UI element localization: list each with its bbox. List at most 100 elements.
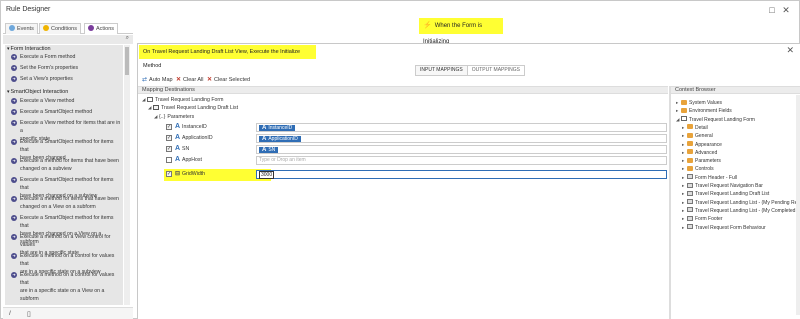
mapped-value-chip[interactable]: A SN (259, 146, 279, 153)
tab-output-mappings[interactable]: OUTPUT MAPPINGS (466, 65, 525, 76)
auto-map-button[interactable]: ⇄ Auto Map (142, 75, 173, 85)
param-checkbox[interactable] (166, 157, 172, 163)
toolbox-tabs: Events Conditions Actions (3, 22, 133, 34)
auto-map-icon: ⇄ (142, 77, 148, 83)
event-banner: ⚡ When the Form is Initializing (419, 18, 503, 45)
param-value-field[interactable]: Type or Drop an item (256, 156, 667, 165)
context-node[interactable]: ▸ Travel Request Landing List - (My Pendi… (682, 199, 800, 207)
param-row-sn: ✓ A SN A SN (166, 144, 667, 155)
action-item[interactable]: ➜ Execute a method for items that have be… (11, 157, 121, 173)
action-item-label: Set a View's properties (20, 76, 73, 82)
context-node[interactable]: ▸ Travel Request Landing Draft List (682, 190, 769, 198)
events-icon (9, 25, 15, 31)
close-button[interactable]: ✕ (781, 5, 791, 15)
tab-input-mappings[interactable]: INPUT MAPPINGS (415, 65, 468, 76)
action-item[interactable]: ➜ Set a View's properties (11, 75, 121, 83)
context-node[interactable]: ▸ Controls (682, 165, 714, 173)
search-icon[interactable]: ⌕ (126, 35, 129, 42)
arrow-icon: ➜ (11, 65, 17, 71)
tab-actions[interactable]: Actions (84, 23, 119, 34)
arrow-icon: ➜ (11, 196, 17, 202)
param-row-gridwidth: ✓ ⊟ GridWidth 3000 (166, 169, 667, 180)
action-item[interactable]: ➜ Set the Form's properties (11, 64, 121, 72)
collapse-icon[interactable]: ▾ (7, 46, 10, 52)
action-item-label: Execute a SmartObject method for items t… (20, 177, 114, 191)
mapped-value-chip[interactable]: A ApplicationID (259, 135, 301, 142)
field-value[interactable]: 3000 (259, 171, 275, 179)
param-checkbox[interactable]: ✓ (166, 124, 172, 130)
toolbox-search[interactable]: ⌕ (3, 35, 133, 44)
context-browser-scrollbar[interactable] (796, 95, 800, 315)
param-name: ApplicationID (182, 135, 213, 141)
context-node[interactable]: ▸ Appearance (682, 141, 722, 149)
ctrl-icon (687, 174, 693, 180)
lightning-icon: ⚡ (423, 22, 432, 29)
action-item-label: Execute a SmartObject method (20, 109, 93, 115)
toolbox-footer: 𝑖 ▯ (3, 307, 133, 319)
context-node[interactable]: ▸ Advanced (682, 149, 717, 157)
ctrl-icon (687, 207, 693, 213)
action-item[interactable]: ➜ Execute a method on a control for value… (11, 271, 121, 303)
ctrl-icon (687, 224, 693, 229)
param-value-field[interactable]: A ApplicationID (256, 134, 667, 143)
folder-icon (681, 99, 687, 105)
param-checkbox[interactable]: ✓ (166, 171, 172, 177)
arrow-icon: ➜ (11, 98, 17, 104)
tree-node-view[interactable]: ◢ Travel Request Landing Draft List (148, 104, 238, 112)
context-node[interactable]: ▸ Travel Request Landing List - (My Compl… (682, 207, 800, 215)
clear-all-button[interactable]: ✕ Clear All (176, 75, 204, 85)
actions-icon (88, 25, 94, 31)
context-node[interactable]: ◢ Travel Request Landing Form (676, 116, 755, 124)
context-node[interactable]: ▸ Detail (682, 124, 708, 132)
param-checkbox[interactable]: ✓ (166, 146, 172, 152)
param-name: InstanceID (182, 124, 207, 130)
context-node[interactable]: ▸ Travel Request Form Behaviour (682, 224, 766, 232)
arrow-icon: ➜ (11, 177, 17, 183)
actions-scrollbar[interactable] (124, 45, 130, 305)
param-value-field[interactable]: 3000 (256, 170, 667, 179)
scrollbar-thumb[interactable] (125, 47, 129, 75)
action-item-label: Set the Form's properties (20, 65, 79, 71)
mapped-value-chip[interactable]: A InstanceID (259, 124, 296, 131)
context-node[interactable]: ▸ General (682, 132, 713, 140)
context-node[interactable]: ▸ Travel Request Navigation Bar (682, 182, 763, 190)
context-node[interactable]: ▸ Parameters (682, 157, 721, 165)
tab-conditions[interactable]: Conditions (39, 23, 81, 34)
rule-designer-window: Rule Designer □ ✕ ⚡ When the Form is Init… (0, 0, 800, 319)
collapse-icon[interactable]: ▾ (7, 89, 10, 95)
action-item-label: changed on a View on a subform (20, 204, 96, 210)
action-item[interactable]: ➜ Execute a View method (11, 97, 121, 105)
context-node[interactable]: ▸ Form Header - Full (682, 174, 737, 182)
panel-splitter[interactable] (669, 86, 671, 319)
action-item-label: are in a specific state on a View on a s… (20, 288, 105, 302)
category-smartobject[interactable]: ▾SmartObject Interaction (7, 89, 68, 95)
action-item-label: Execute a method on a control for values… (20, 272, 115, 286)
clear-all-icon: ✕ (176, 77, 182, 83)
param-checkbox[interactable]: ✓ (166, 135, 172, 141)
context-node[interactable]: ▸ Environment Fields (676, 107, 732, 115)
maximize-button[interactable]: □ (767, 5, 777, 15)
tree-node-parameters[interactable]: ◢ {..} Parameters (154, 113, 194, 121)
action-item-label: Execute a method for items that have bee… (20, 158, 119, 164)
param-value-field[interactable]: A InstanceID (256, 123, 667, 132)
param-value-field[interactable]: A SN (256, 145, 667, 154)
tab-events[interactable]: Events (5, 23, 38, 34)
context-node[interactable]: ▸ System Values (676, 99, 722, 107)
text-type-icon: A (175, 123, 181, 130)
info-icon[interactable]: 𝑖 (9, 310, 11, 318)
tree-node-form[interactable]: ◢ Travel Request Landing Form (142, 96, 223, 104)
clear-selected-icon: ✕ (207, 77, 213, 83)
action-item[interactable]: ➜ Execute a SmartObject method (11, 108, 121, 116)
context-node[interactable]: ▸ Form Footer (682, 215, 723, 223)
action-item[interactable]: ➜ Execute a method for items that have be… (11, 195, 121, 211)
category-form[interactable]: ▾Form Interaction (7, 46, 51, 52)
arrow-icon: ➜ (11, 139, 17, 145)
action-item-label: Execute a SmartObject method for items t… (20, 139, 114, 153)
clear-selected-button[interactable]: ✕ Clear Selected (207, 75, 250, 85)
document-icon[interactable]: ▯ (27, 310, 31, 318)
mapping-tabs: INPUT MAPPINGS OUTPUT MAPPINGS (415, 65, 525, 76)
arrow-icon: ➜ (11, 234, 17, 240)
action-item[interactable]: ➜ Execute a Form method (11, 53, 121, 61)
dialog-close-icon[interactable]: ✕ (786, 45, 794, 56)
action-item-label: Execute a SmartObject method for items t… (20, 215, 114, 229)
